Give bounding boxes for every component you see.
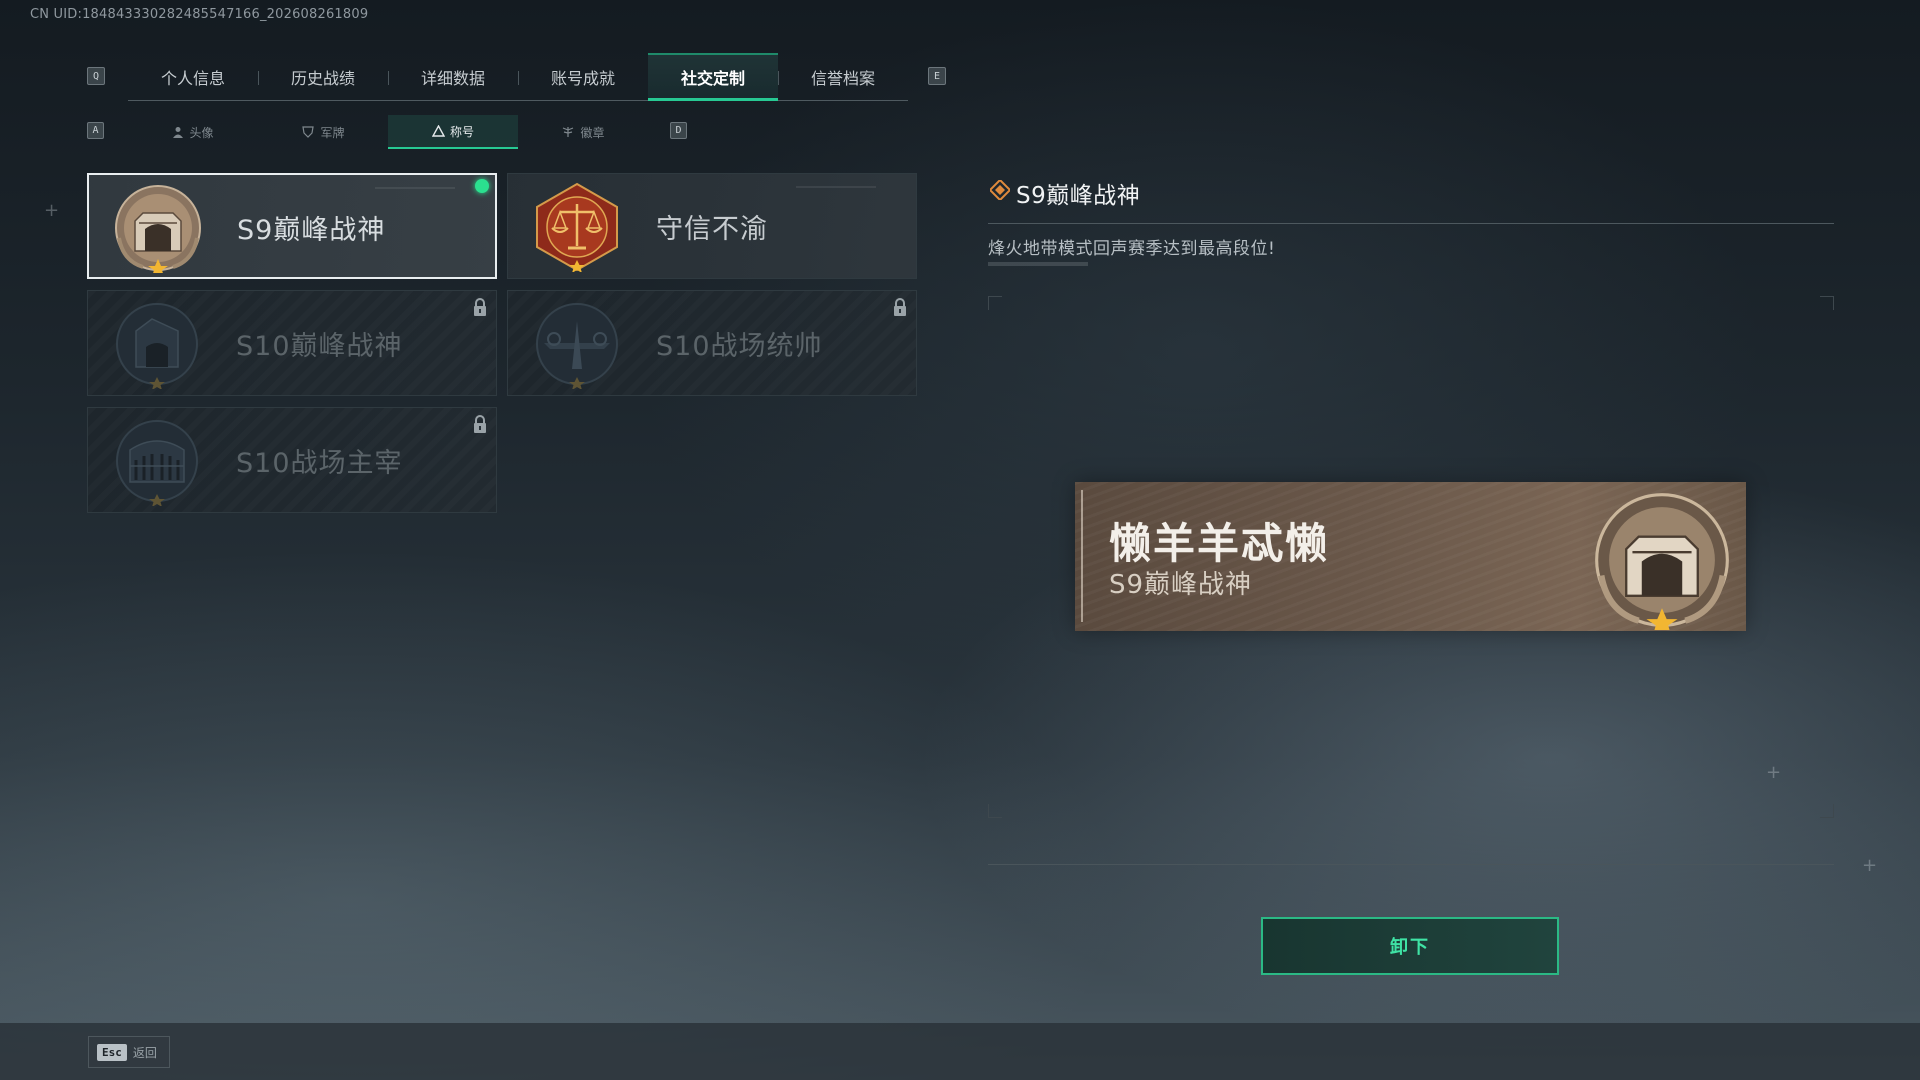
- title-card-s10-peak[interactable]: S10巅峰战神: [87, 290, 497, 396]
- lock-icon: [474, 415, 486, 433]
- title-card-s9-peak[interactable]: S9巅峰战神: [87, 173, 497, 279]
- subtab-dogtag[interactable]: 军牌: [258, 115, 388, 149]
- next-tab-key-hint: E: [928, 67, 946, 85]
- title-card-label: S10战场主宰: [236, 448, 403, 479]
- subtab-avatar[interactable]: 头像: [128, 115, 258, 149]
- fortress-emblem-icon: [1595, 493, 1729, 630]
- esc-key-hint: Esc: [97, 1043, 127, 1061]
- title-card-s10-dominator[interactable]: S10战场主宰: [87, 407, 497, 513]
- lock-icon: [474, 298, 486, 316]
- subtab-avatar-label: 头像: [189, 125, 214, 140]
- uid-label: CN UID:1848433302824855471​66_2026082618…: [30, 7, 369, 22]
- frame-corner: [1820, 804, 1834, 818]
- diamond-icon: [990, 180, 1010, 200]
- crosshair-icon: +: [1766, 762, 1782, 783]
- preview-title-name: S9巅峰战神: [1109, 570, 1253, 600]
- banner-bracket: [1081, 490, 1091, 622]
- next-subtab-key-hint: D: [670, 122, 687, 139]
- card-decoration: [796, 186, 876, 188]
- subtab-badge-label: 徽章: [580, 125, 605, 140]
- tab-personal-info[interactable]: 个人信息: [128, 53, 258, 101]
- title-card-label: 守信不渝: [656, 214, 768, 245]
- subtab-badge[interactable]: 徽章: [518, 115, 648, 149]
- shield-icon: [302, 126, 315, 138]
- subtab-title[interactable]: 称号: [388, 115, 518, 149]
- tab-match-history[interactable]: 历史战绩: [258, 53, 388, 101]
- title-card-label: S9巅峰战神: [237, 215, 386, 246]
- card-decoration: [375, 187, 455, 189]
- tab-social-custom[interactable]: 社交定制: [648, 53, 778, 101]
- unequip-button[interactable]: 卸下: [1261, 917, 1559, 975]
- triangle-icon: [431, 125, 445, 137]
- title-card-s10-commander[interactable]: S10战场统帅: [507, 290, 917, 396]
- description-decoration: [988, 262, 1088, 266]
- tab-detailed-data[interactable]: 详细数据: [388, 53, 518, 101]
- title-card-label: S10巅峰战神: [236, 331, 403, 362]
- fortress-emblem-icon: [116, 303, 198, 389]
- fortress-emblem-icon: [115, 185, 201, 273]
- tab-achievements[interactable]: 账号成就: [518, 53, 648, 101]
- frame-corner: [988, 296, 1002, 310]
- scales-emblem-icon: [536, 182, 618, 272]
- detail-description: 烽火地带模式回声赛季达到最高段位!: [988, 239, 1276, 259]
- frame-corner: [988, 804, 1002, 818]
- person-icon: [173, 127, 184, 138]
- main-tab-bar: 个人信息 历史战绩 详细数据 账号成就 社交定制 信誉档案: [128, 53, 908, 101]
- equipped-indicator-icon: [475, 179, 489, 193]
- footer-bar: [0, 1023, 1920, 1080]
- title-preview-banner: 懒羊羊忒懒 S9巅峰战神: [1075, 482, 1746, 631]
- preview-player-name: 懒羊羊忒懒: [1109, 519, 1330, 568]
- back-button[interactable]: Esc 返回: [88, 1036, 170, 1068]
- prev-tab-key-hint: Q: [87, 67, 105, 85]
- subtab-dogtag-label: 军牌: [320, 125, 345, 140]
- crosshair-icon: +: [44, 200, 60, 221]
- title-card-label: S10战场统帅: [656, 331, 823, 362]
- wings-icon: [563, 127, 574, 137]
- divider: [988, 864, 1834, 865]
- frame-corner: [1820, 296, 1834, 310]
- aircraft-emblem-icon: [536, 303, 618, 389]
- back-label: 返回: [132, 1045, 157, 1060]
- divider: [988, 223, 1834, 224]
- prev-subtab-key-hint: A: [87, 122, 104, 139]
- sub-tab-bar: 头像 军牌 称号 徽章: [128, 115, 648, 149]
- lock-icon: [894, 298, 906, 316]
- tab-credit-record[interactable]: 信誉档案: [778, 53, 908, 101]
- detail-title: S9巅峰战神: [1016, 183, 1141, 209]
- title-card-loyalty[interactable]: 守信不渝: [507, 173, 917, 279]
- subtab-title-label: 称号: [449, 124, 474, 139]
- colosseum-emblem-icon: [116, 420, 198, 506]
- crosshair-icon: +: [1862, 855, 1878, 876]
